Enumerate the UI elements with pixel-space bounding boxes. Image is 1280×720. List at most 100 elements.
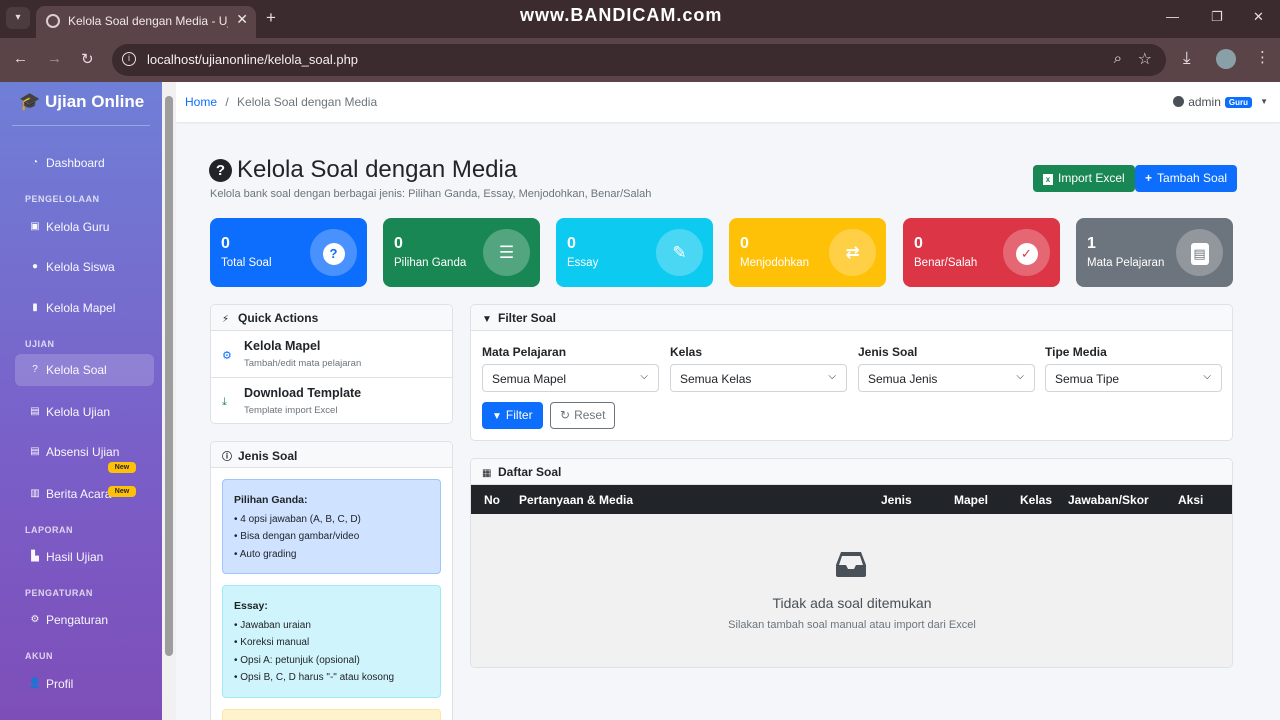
download-icon[interactable]: ⤓ (1183, 48, 1191, 68)
caret-down-icon[interactable]: ▼ (1260, 97, 1268, 106)
sidebar-item-label: Kelola Soal (46, 363, 107, 377)
forward-icon[interactable]: → (47, 50, 62, 67)
page-title: ? Kelola Soal dengan Media (209, 156, 517, 184)
sidebar-item-label: Kelola Guru (46, 220, 110, 234)
mapel-select[interactable]: Semua Mapel ⌵ (482, 364, 659, 392)
card-header: ▦ Daftar Soal (471, 459, 1232, 485)
main-content: Home / Kelola Soal dengan Media admin Gur… (176, 82, 1280, 720)
clipboard-check-icon: ▤ (30, 446, 40, 457)
column-header-pertanyaan[interactable]: Pertanyaan & Media (519, 493, 633, 507)
sidebar-item-kelola-soal[interactable]: ? Kelola Soal (15, 354, 154, 386)
card-title: Filter Soal (498, 311, 557, 325)
excel-icon: x (1043, 174, 1053, 185)
mapel-label: Mata Pelajaran (482, 345, 567, 359)
bookmark-star-icon[interactable]: ☆ (1138, 49, 1152, 69)
stat-card-essay: 0 Essay ✎ (556, 218, 713, 287)
sidebar-item-dashboard[interactable]: ◔ Dashboard (15, 147, 154, 179)
breadcrumb: Home / Kelola Soal dengan Media (185, 95, 377, 109)
filter-button[interactable]: ▼ Filter (482, 402, 543, 429)
omnibox[interactable]: i localhost/ujianonline/kelola_soal.php … (112, 44, 1166, 76)
shuffle-icon: ⇄ (829, 229, 876, 276)
quick-action-download-template[interactable]: ⤓ Download Template Template import Exce… (211, 378, 452, 423)
import-excel-label: Import Excel (1058, 171, 1125, 185)
info-line: • Jawaban uraian (234, 619, 311, 631)
profile-avatar[interactable] (1216, 49, 1236, 69)
import-excel-button[interactable]: x Import Excel (1033, 165, 1135, 192)
sidebar-item-kelola-ujian[interactable]: ▤ Kelola Ujian (15, 396, 154, 428)
kelas-select[interactable]: Semua Kelas ⌵ (670, 364, 847, 392)
info-title: Essay: (234, 600, 268, 612)
close-window-icon[interactable]: ✕ (1253, 9, 1264, 25)
sidebar-item-kelola-mapel[interactable]: ▮ Kelola Mapel (15, 292, 154, 324)
card-title: Quick Actions (238, 311, 319, 325)
sidebar-scrollbar[interactable] (162, 82, 176, 720)
tipe-select[interactable]: Semua Tipe ⌵ (1045, 364, 1222, 392)
question-circle-icon: ? (209, 159, 232, 182)
list-icon: ☰ (483, 229, 530, 276)
daftar-soal-card: ▦ Daftar Soal No Pertanyaan & Media Jenis… (470, 458, 1233, 668)
sidebar-item-label: Hasil Ujian (46, 550, 104, 564)
chart-icon: ▙ (31, 551, 39, 562)
quick-action-subtitle: Tambah/edit mata pelajaran (244, 358, 362, 369)
clipboard-icon: ▤ (30, 406, 40, 417)
close-tab-icon[interactable]: ✕ (236, 11, 248, 28)
quick-action-kelola-mapel[interactable]: ⚙ Kelola Mapel Tambah/edit mata pelajara… (211, 331, 452, 378)
sidebar-item-kelola-guru[interactable]: ▣ Kelola Guru (15, 211, 154, 243)
menjodohkan-info (222, 709, 441, 720)
column-header-kelas[interactable]: Kelas (1020, 493, 1052, 507)
column-header-jawaban[interactable]: Jawaban/Skor (1068, 493, 1149, 507)
teacher-icon: ▣ (30, 221, 40, 232)
new-tab-icon[interactable]: + (266, 8, 276, 28)
jenis-select[interactable]: Semua Jenis ⌵ (858, 364, 1035, 392)
site-info-icon[interactable]: i (122, 52, 136, 66)
tipe-label: Tipe Media (1045, 345, 1107, 359)
breadcrumb-current: Kelola Soal dengan Media (237, 95, 378, 109)
quick-action-title: Kelola Mapel (244, 339, 321, 353)
mapel-select-value: Semua Mapel (492, 372, 567, 386)
minimize-icon[interactable]: — (1166, 9, 1179, 24)
role-badge: Guru (1224, 97, 1252, 108)
kelas-select-value: Semua Kelas (680, 372, 752, 386)
sidebar-item-label: Kelola Ujian (46, 405, 111, 419)
filter-button-label: Filter (505, 408, 533, 422)
menu-icon[interactable]: ⋮ (1255, 48, 1270, 66)
stat-value: 0 (914, 235, 923, 252)
stat-label: Mata Pelajaran (1087, 257, 1165, 269)
user-menu[interactable]: admin Guru (1173, 95, 1252, 109)
chevron-down-icon: ⌵ (1016, 371, 1024, 382)
sidebar-item-profil[interactable]: 👤 Profil (15, 668, 154, 700)
info-line: • Auto grading (234, 548, 297, 560)
stat-value: 1 (1087, 235, 1096, 252)
divider (12, 125, 150, 126)
new-badge: New (108, 486, 136, 497)
empty-title: Tidak ada soal ditemukan (772, 595, 932, 611)
add-soal-button[interactable]: + Tambah Soal (1135, 165, 1238, 192)
back-icon[interactable]: ← (13, 50, 28, 67)
browser-tab[interactable]: Kelola Soal dengan Media - Ujian ✕ (36, 6, 256, 38)
zoom-icon[interactable]: ⌕ (1114, 50, 1122, 67)
column-header-mapel[interactable]: Mapel (954, 493, 988, 507)
quick-actions-card: ⚡ Quick Actions ⚙ Kelola Mapel Tambah/edi… (210, 304, 453, 424)
refresh-icon: ↻ (560, 408, 571, 422)
brand[interactable]: 🎓 Ujian Online (19, 92, 144, 112)
column-header-jenis[interactable]: Jenis (881, 493, 912, 507)
url-text[interactable]: localhost/ujianonline/kelola_soal.php (147, 52, 358, 67)
page-title-text: Kelola Soal dengan Media (237, 156, 518, 183)
tab-search-icon[interactable]: ▾ (6, 7, 30, 29)
add-soal-label: Tambah Soal (1157, 171, 1228, 185)
stat-card-total-soal: 0 Total Soal ? (210, 218, 367, 287)
restore-icon[interactable]: ❐ (1211, 9, 1223, 25)
sidebar-item-kelola-siswa[interactable]: ● Kelola Siswa (15, 251, 154, 283)
users-icon: ● (31, 261, 39, 272)
user-circle-icon (1173, 96, 1185, 107)
graduation-cap-icon: 🎓 (19, 92, 41, 111)
sidebar-item-hasil-ujian[interactable]: ▙ Hasil Ujian (15, 541, 154, 573)
reload-icon[interactable]: ↻ (81, 50, 94, 68)
reset-button[interactable]: ↻ Reset (550, 402, 616, 429)
column-header-aksi[interactable]: Aksi (1178, 493, 1203, 507)
address-bar-area: ← → ↻ i localhost/ujianonline/kelola_soa… (0, 38, 1280, 82)
column-header-no[interactable]: No (484, 493, 500, 507)
scrollbar-thumb[interactable] (165, 96, 173, 656)
breadcrumb-home[interactable]: Home (185, 95, 217, 109)
sidebar-item-pengaturan[interactable]: ⚙ Pengaturan (15, 604, 154, 636)
